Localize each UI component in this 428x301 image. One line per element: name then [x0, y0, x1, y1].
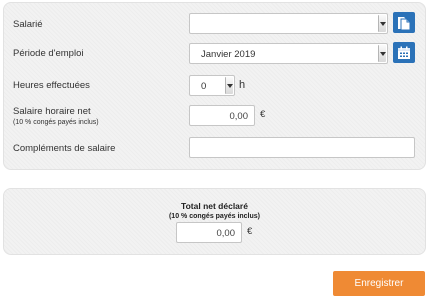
employee-label: Salarié: [13, 19, 43, 30]
rate-sublabel: (10 % congés payés inclus): [13, 119, 99, 126]
chevron-down-icon[interactable]: [225, 77, 233, 94]
complement-input[interactable]: [189, 137, 415, 158]
chevron-down-icon[interactable]: [378, 45, 386, 62]
rate-label: Salaire horaire net (10 % congés payés i…: [13, 106, 99, 126]
save-button[interactable]: Enregistrer: [333, 271, 425, 296]
calendar-icon: [398, 46, 410, 59]
hours-unit: h: [239, 79, 246, 91]
documents-icon: [398, 17, 411, 31]
rate-input[interactable]: 0,00: [189, 105, 255, 126]
period-select[interactable]: Janvier 2019: [189, 43, 388, 64]
form-panel: Salarié Période d'emploi Janvier 2019 He…: [3, 2, 426, 170]
hours-label: Heures effectuées: [13, 80, 90, 91]
total-output: 0,00: [176, 222, 242, 243]
period-select-value: Janvier 2019: [201, 49, 256, 60]
complement-label: Compléments de salaire: [13, 143, 116, 154]
period-calendar-button[interactable]: [393, 42, 415, 63]
employee-documents-button[interactable]: [393, 12, 415, 33]
total-panel: Total net déclaré (10 % congés payés inc…: [3, 188, 426, 255]
total-currency: €: [247, 226, 253, 237]
total-title: Total net déclaré: [181, 201, 248, 211]
hours-select[interactable]: 0: [189, 75, 235, 96]
rate-input-value: 0,00: [229, 111, 249, 122]
chevron-down-icon[interactable]: [378, 15, 386, 32]
total-value: 0,00: [216, 228, 236, 239]
employee-select[interactable]: [189, 13, 388, 34]
total-sublabel: (10 % congés payés inclus): [168, 213, 261, 220]
period-label: Période d'emploi: [13, 48, 84, 59]
rate-label-text: Salaire horaire net: [13, 106, 91, 117]
rate-currency: €: [260, 109, 266, 120]
hours-select-value: 0: [201, 81, 207, 92]
